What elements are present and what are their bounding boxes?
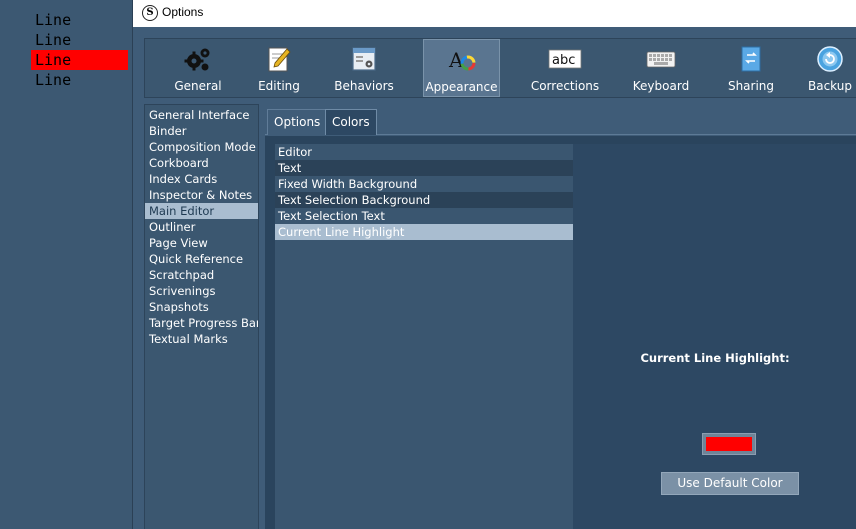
color-detail-title: Current Line Highlight: (640, 351, 790, 365)
color-swatch-fill (706, 437, 752, 451)
toolbar-backup[interactable]: Backup (805, 39, 855, 97)
editor-line[interactable]: Line (35, 70, 132, 90)
category-item[interactable]: Scrivenings (145, 283, 258, 299)
keyboard-icon (646, 51, 676, 68)
category-list: General Interface Binder Composition Mod… (144, 104, 259, 529)
toolbar-label: Corrections (530, 79, 600, 93)
sync-document-icon (741, 46, 761, 72)
options-dialog: S Options General Editing Behaviors A Ap… (132, 0, 856, 529)
title-bar: S Options (133, 0, 856, 27)
color-row-text-selection-text[interactable]: Text Selection Text (275, 208, 573, 224)
toolbar-label: Backup (808, 79, 852, 93)
editor-line[interactable]: Line (35, 10, 132, 30)
editor-current-line[interactable]: Line (31, 50, 128, 70)
category-item[interactable]: Snapshots (145, 299, 258, 315)
font-color-wheel-icon: A (448, 48, 475, 72)
toolbar-label: Appearance (425, 80, 498, 94)
window-gear-icon (352, 47, 376, 71)
category-item[interactable]: Textual Marks (145, 331, 258, 347)
category-item[interactable]: Quick Reference (145, 251, 258, 267)
colors-tab-content: Editor Text Fixed Width Background Text … (265, 136, 856, 529)
category-item[interactable]: Index Cards (145, 171, 258, 187)
category-item[interactable]: Page View (145, 235, 258, 251)
window-title: Options (162, 5, 204, 19)
toolbar-label: Editing (258, 79, 300, 93)
color-swatch-button[interactable] (702, 433, 756, 455)
category-item[interactable]: General Interface (145, 107, 258, 123)
gears-icon (184, 48, 210, 71)
category-item[interactable]: Target Progress Bars (145, 315, 258, 331)
color-row-current-line-highlight[interactable]: Current Line Highlight (275, 224, 573, 240)
editor-line[interactable]: Line (35, 30, 132, 50)
editor-area[interactable]: Line Line Line Line (0, 0, 132, 529)
color-row-fixed-width-background[interactable]: Fixed Width Background (275, 176, 573, 192)
category-item[interactable]: Scratchpad (145, 267, 258, 283)
toolbar-keyboard[interactable]: Keyboard (629, 39, 693, 97)
color-row-editor[interactable]: Editor (275, 144, 573, 160)
toolbar-label: Behaviors (334, 79, 394, 93)
color-row-text-selection-background[interactable]: Text Selection Background (275, 192, 573, 208)
toolbar-editing[interactable]: Editing (251, 39, 307, 97)
category-item[interactable]: Inspector & Notes (145, 187, 258, 203)
toolbar-label: Sharing (727, 79, 775, 93)
color-element-list: Editor Text Fixed Width Background Text … (275, 144, 573, 529)
use-default-color-button[interactable]: Use Default Color (661, 472, 799, 495)
category-item[interactable]: Binder (145, 123, 258, 139)
toolbar-behaviors[interactable]: Behaviors (331, 39, 397, 97)
abc-spellcheck-icon: abc (548, 49, 582, 69)
toolbar-corrections[interactable]: abc Corrections (527, 39, 603, 97)
category-item-main-editor[interactable]: Main Editor (145, 203, 258, 219)
toolbar-sharing[interactable]: Sharing (725, 39, 777, 97)
toolbar-appearance[interactable]: A Appearance (423, 39, 500, 97)
pencil-document-icon (268, 47, 291, 72)
color-row-text[interactable]: Text (275, 160, 573, 176)
tab-bar: Options Colors (265, 104, 856, 135)
tab-options[interactable]: Options (267, 109, 328, 135)
category-item[interactable]: Corkboard (145, 155, 258, 171)
category-item[interactable]: Composition Mode (145, 139, 258, 155)
color-detail-pane: Current Line Highlight: Use Default Colo… (573, 144, 856, 529)
svg-text:abc: abc (552, 53, 575, 68)
scrivener-app-icon: S (142, 5, 158, 21)
toolbar-label: General (174, 79, 222, 93)
backup-circle-icon (817, 46, 843, 72)
category-item[interactable]: Outliner (145, 219, 258, 235)
settings-panel: Options Colors Editor Text Fixed Width B… (265, 104, 856, 529)
tab-colors[interactable]: Colors (325, 109, 377, 135)
toolbar-general[interactable]: General (169, 39, 227, 97)
preferences-toolbar: General Editing Behaviors A Appearance a… (144, 38, 856, 98)
toolbar-label: Keyboard (632, 79, 690, 93)
